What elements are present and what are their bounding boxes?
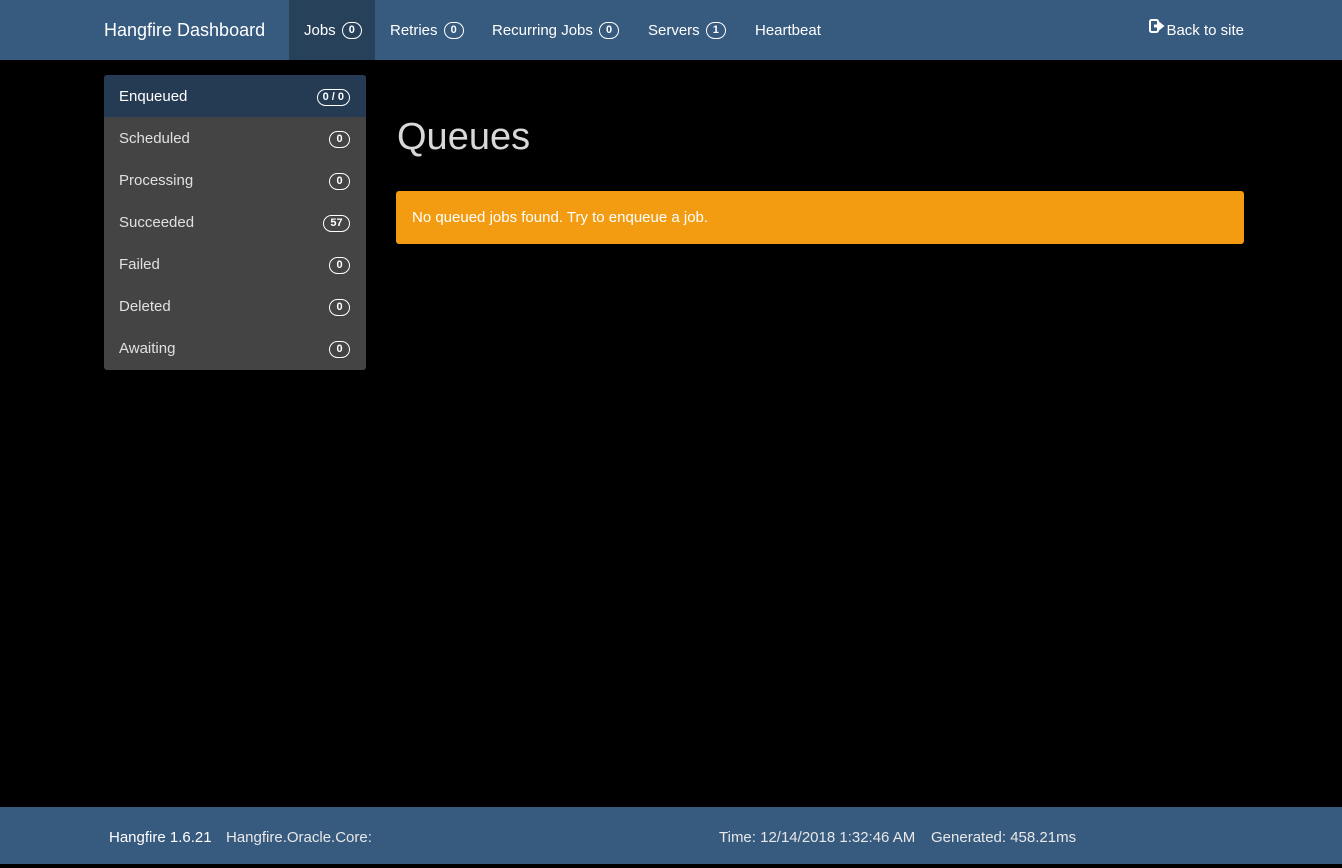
footer-time: Time: 12/14/2018 1:32:46 AM (719, 829, 916, 846)
sidebar-item-label: Processing (119, 172, 194, 189)
page-title: Queues (397, 116, 531, 158)
sidebar-item-succeeded[interactable]: Succeeded 57 (104, 201, 366, 243)
sidebar-badge-deleted: 0 (329, 299, 350, 316)
sidebar-badge-scheduled: 0 (329, 131, 350, 148)
footer-storage: Hangfire.Oracle.Core: (226, 829, 372, 846)
sidebar-item-label: Scheduled (119, 130, 190, 147)
sidebar-item-processing[interactable]: Processing 0 (104, 159, 366, 201)
sidebar-item-enqueued[interactable]: Enqueued 0 / 0 (104, 75, 366, 117)
nav-item-retries[interactable]: Retries 0 (375, 0, 479, 60)
nav-badge-retries: 0 (443, 21, 464, 39)
sidebar-item-awaiting[interactable]: Awaiting 0 (104, 327, 366, 369)
sidebar-item-failed[interactable]: Failed 0 (104, 243, 366, 285)
empty-queue-alert: No queued jobs found. Try to enqueue a j… (396, 191, 1244, 244)
sidebar-item-deleted[interactable]: Deleted 0 (104, 285, 366, 327)
nav-badge-servers: 1 (705, 21, 726, 39)
sidebar-item-label: Failed (119, 256, 160, 273)
back-to-site-link[interactable]: Back to site (1149, 0, 1244, 60)
sidebar-badge-processing: 0 (329, 173, 350, 190)
nav-badge-jobs: 0 (341, 21, 362, 39)
sidebar-item-label: Succeeded (119, 214, 195, 231)
nav-item-servers[interactable]: Servers 1 (633, 0, 741, 60)
nav-badge-recurring-jobs: 0 (599, 21, 620, 39)
footer: Hangfire 1.6.21 Hangfire.Oracle.Core: Ti… (0, 807, 1342, 864)
nav-item-label: Jobs (304, 22, 336, 39)
nav-item-jobs[interactable]: Jobs 0 (289, 0, 375, 60)
sidebar-badge-enqueued: 0 / 0 (316, 89, 350, 106)
sidebar-item-label: Deleted (119, 298, 171, 315)
jobs-sidebar: Enqueued 0 / 0 Scheduled 0 Processing 0 … (104, 75, 366, 370)
footer-generated: Generated: 458.21ms (931, 829, 1077, 846)
sidebar-item-scheduled[interactable]: Scheduled 0 (104, 117, 366, 159)
nav-item-recurring-jobs[interactable]: Recurring Jobs 0 (477, 0, 634, 60)
sidebar-item-label: Awaiting (119, 340, 176, 357)
nav-item-heartbeat[interactable]: Heartbeat (740, 0, 836, 60)
top-navbar: Hangfire Dashboard Jobs 0 Retries 0 Recu… (0, 0, 1342, 60)
back-to-site-label: Back to site (1166, 22, 1244, 39)
sidebar-item-label: Enqueued (119, 88, 188, 105)
nav-item-label: Retries (390, 22, 438, 39)
brand-link[interactable]: Hangfire Dashboard (104, 0, 265, 60)
footer-version[interactable]: Hangfire 1.6.21 (109, 807, 212, 868)
sign-out-icon (1149, 0, 1165, 60)
nav-item-label: Recurring Jobs (492, 22, 593, 39)
sidebar-badge-succeeded: 57 (323, 215, 350, 232)
sidebar-badge-failed: 0 (329, 257, 350, 274)
nav-item-label: Servers (648, 22, 700, 39)
sidebar-badge-awaiting: 0 (329, 341, 350, 358)
nav-item-label: Heartbeat (755, 22, 821, 39)
